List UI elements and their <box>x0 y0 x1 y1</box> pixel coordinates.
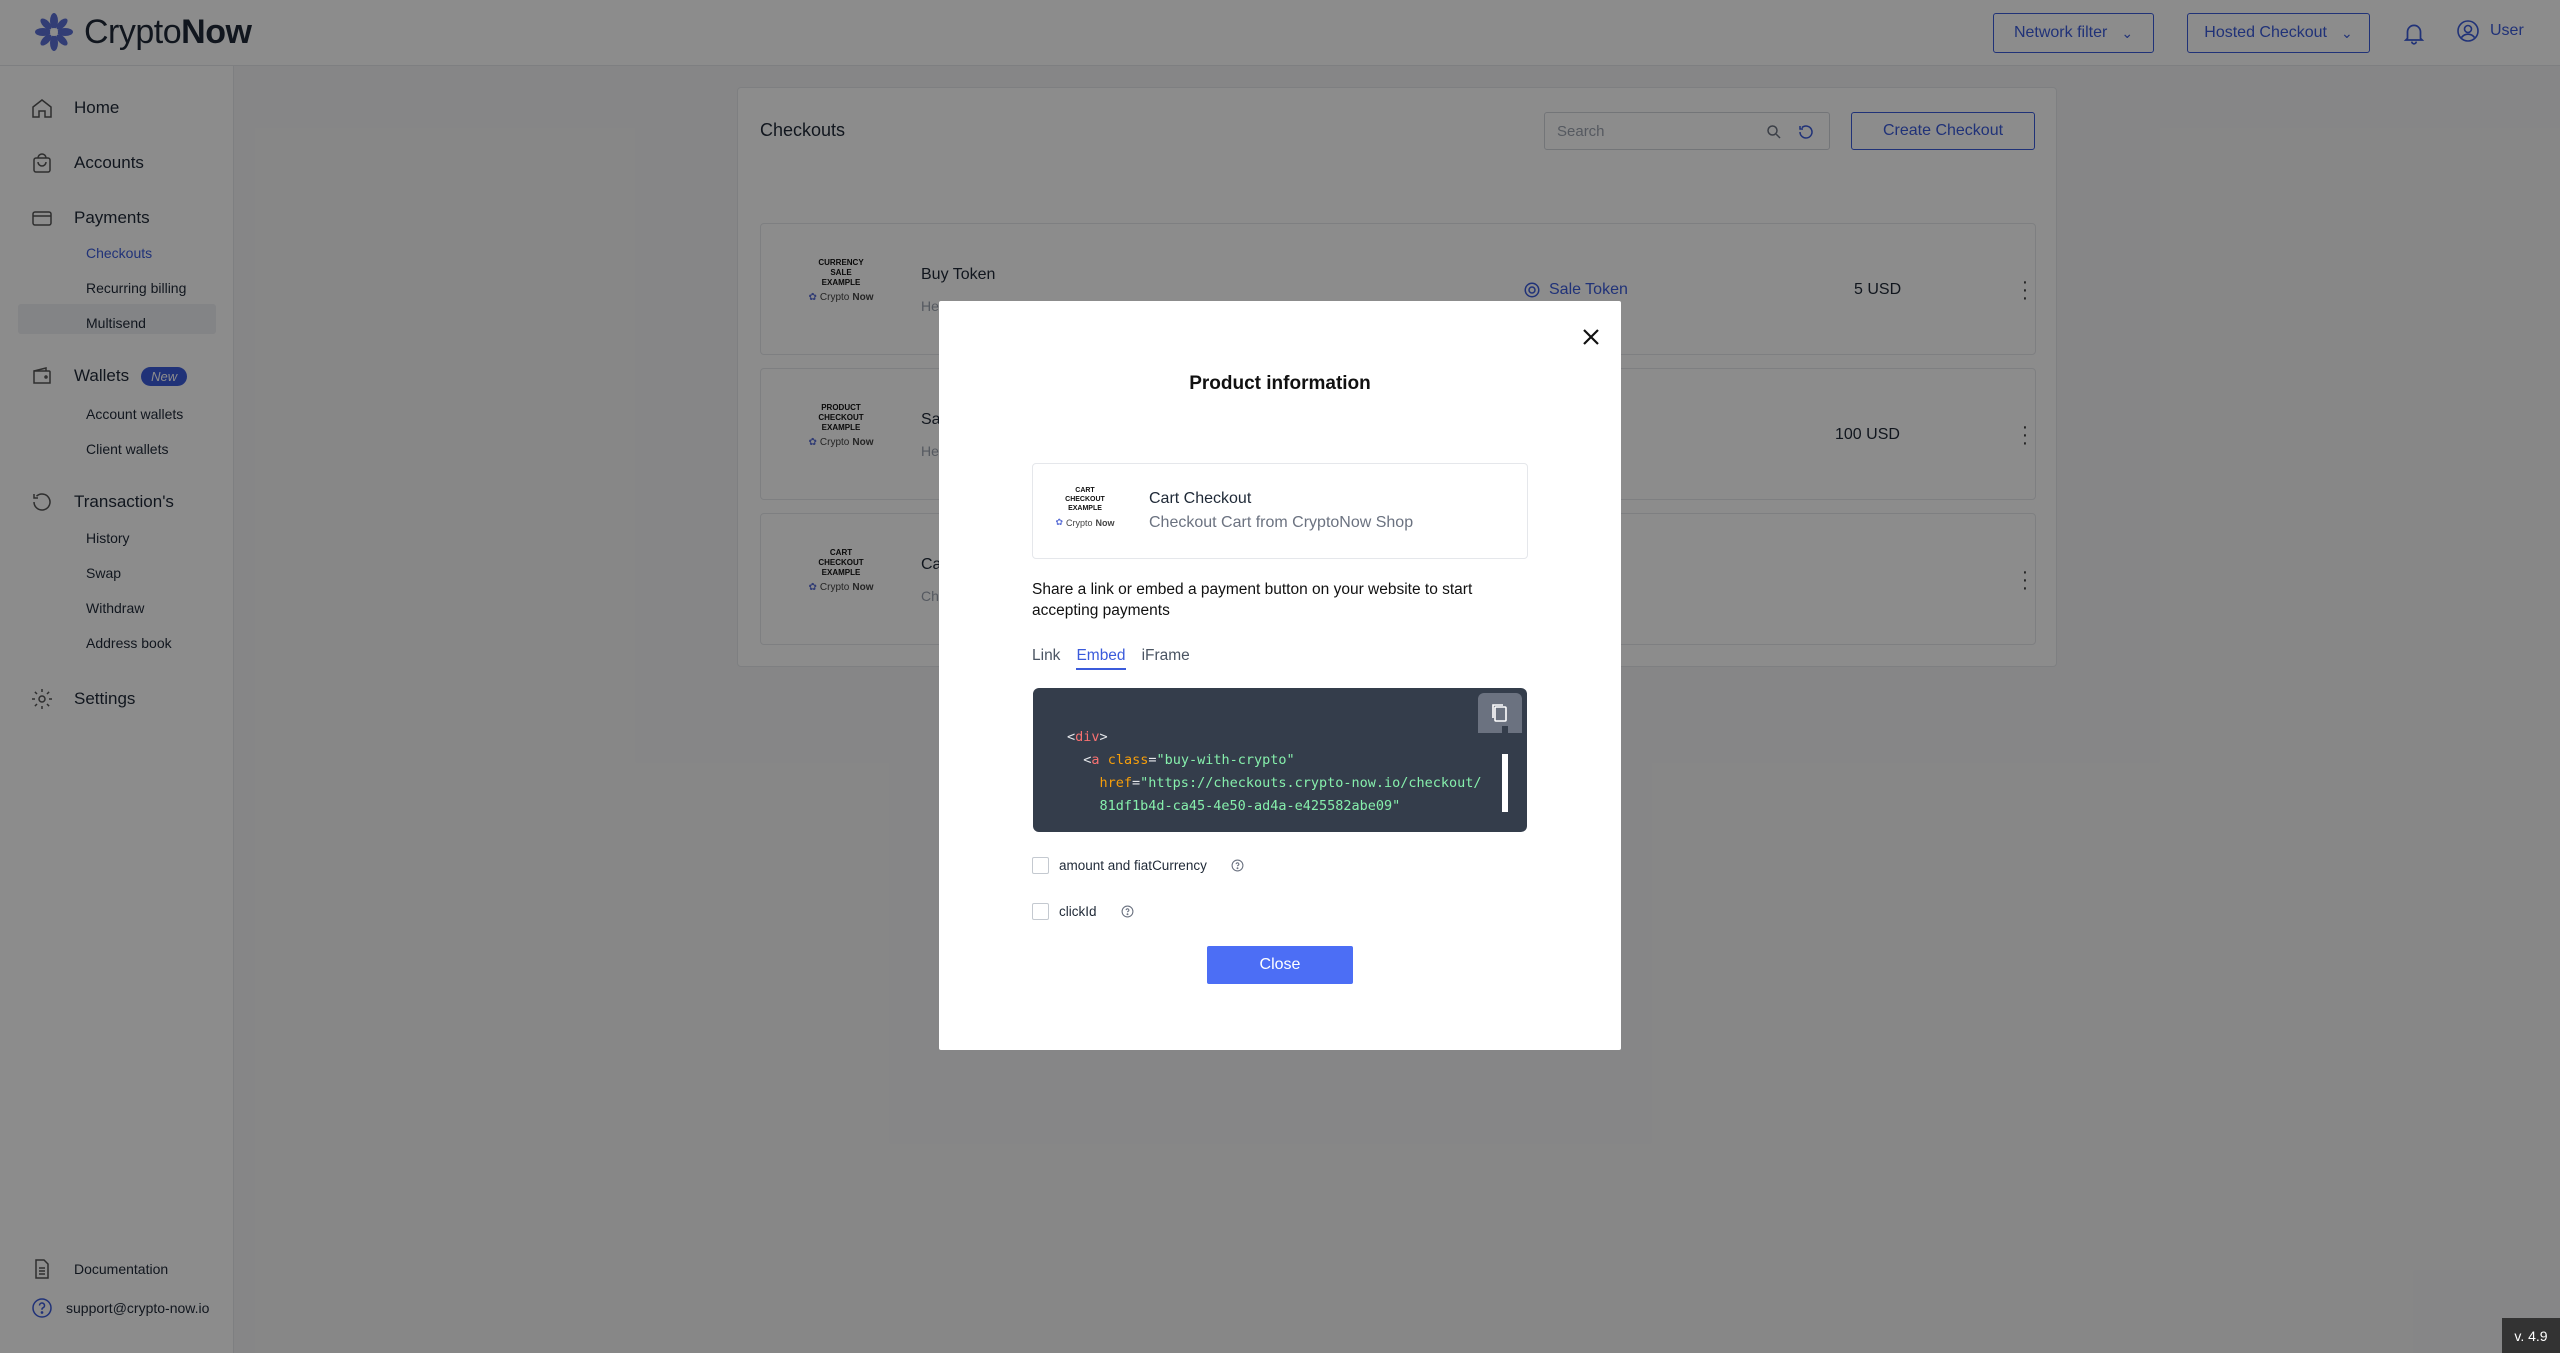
help-icon[interactable] <box>1231 859 1244 872</box>
code-token: class <box>1107 752 1149 768</box>
code-scrollbar-thumb[interactable] <box>1502 754 1508 812</box>
help-icon[interactable] <box>1121 905 1134 918</box>
code-token: "https://checkouts.crypto-now.io/checkou… <box>1140 775 1482 791</box>
tab-link[interactable]: Link <box>1032 647 1060 670</box>
code-token: href <box>1099 775 1133 791</box>
code-token: a <box>1091 752 1100 768</box>
product-description: Checkout Cart from CryptoNow Shop <box>1149 514 1414 531</box>
thumb-brand: ✿ Crypto Now <box>1055 517 1115 528</box>
code-token: div <box>1075 729 1100 745</box>
option-amount-fiat[interactable]: amount and fiatCurrency <box>1032 857 1244 874</box>
copy-icon <box>1492 704 1507 722</box>
amount-fiat-checkbox[interactable] <box>1032 857 1049 874</box>
product-information-modal: Product information CART CHECKOUT EXAMPL… <box>939 301 1621 1050</box>
option-label: amount and fiatCurrency <box>1059 858 1207 873</box>
product-summary: CART CHECKOUT EXAMPLE ✿ Crypto Now Cart Ch… <box>1032 463 1528 559</box>
thumb-text: EXAMPLE <box>1068 505 1102 512</box>
share-instructions: Share a link or embed a payment button o… <box>1032 581 1473 619</box>
version-label: v. 4.9 <box>2502 1318 2560 1353</box>
close-icon[interactable] <box>1579 325 1603 349</box>
tab-iframe[interactable]: iFrame <box>1142 647 1190 670</box>
option-label: clickId <box>1059 904 1097 919</box>
share-tabs: Link Embed iFrame <box>1032 647 1190 670</box>
copy-button[interactable] <box>1478 693 1522 733</box>
click-id-checkbox[interactable] <box>1032 903 1049 920</box>
option-click-id[interactable]: clickId <box>1032 903 1134 920</box>
product-thumbnail: CART CHECKOUT EXAMPLE ✿ Crypto Now <box>1053 486 1117 538</box>
code-token: "buy-with-crypto" <box>1156 752 1295 768</box>
thumb-text: CHECKOUT <box>1065 496 1105 503</box>
close-button[interactable]: Close <box>1207 946 1353 984</box>
modal-title: Product information <box>1189 373 1371 394</box>
product-name: Cart Checkout <box>1149 490 1252 507</box>
flower-icon: ✿ <box>1055 517 1064 527</box>
thumb-text: CART <box>1075 487 1095 494</box>
embed-code-block[interactable]: <div> <a class="buy-with-crypto" href="h… <box>1033 688 1527 832</box>
code-token: 81df1b4d-ca45-4e50-ad4a-e425582abe09" <box>1099 798 1401 814</box>
tab-embed[interactable]: Embed <box>1076 647 1126 670</box>
